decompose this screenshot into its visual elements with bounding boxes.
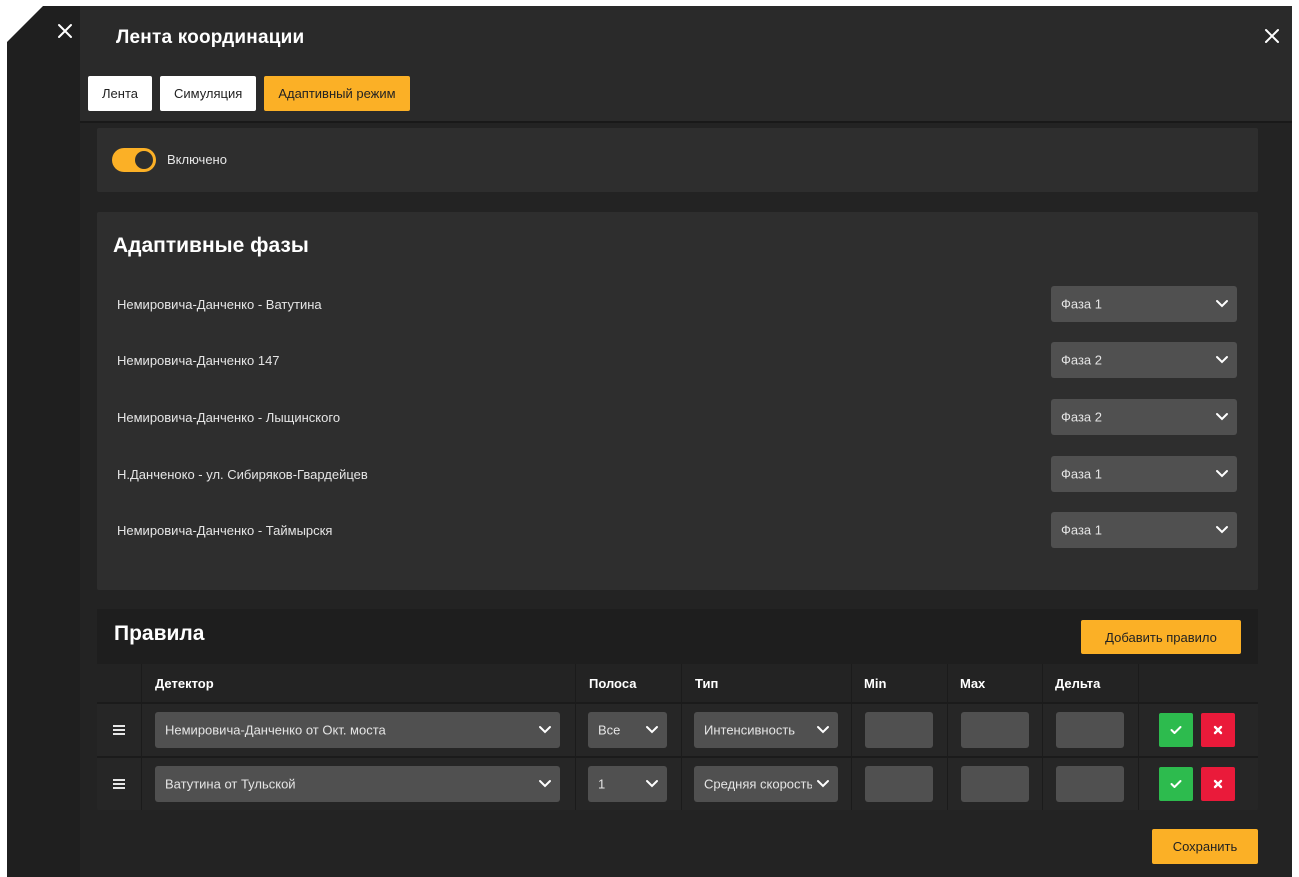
drag-handle-icon[interactable] [113,779,125,789]
phase-select-value: Фаза 1 [1061,522,1102,538]
type-select-value: Интенсивность [704,722,796,738]
chevron-down-icon [1216,300,1228,308]
chevron-down-icon [539,726,551,734]
phase-select-value: Фаза 2 [1061,352,1102,368]
column-header-type: Тип [695,676,719,691]
lane-select[interactable]: Все [588,712,667,748]
drag-handle-icon[interactable] [113,725,125,735]
adaptive-toggle-panel: Включено [97,128,1258,192]
phase-row: Немировича-Данченко - Лыщинского Фаза 2 [97,399,1258,435]
chevron-down-icon [646,780,658,788]
intersection-name: Немировича-Данченко 147 [117,353,280,368]
header: Лента координации Лента Симуляция Адапти… [80,6,1292,123]
lane-select[interactable]: 1 [588,766,667,802]
chevron-down-icon [539,780,551,788]
chevron-down-icon [817,780,829,788]
tab-bar: Лента Симуляция Адаптивный режим [88,76,410,111]
toggle-label: Включено [167,152,227,167]
type-select[interactable]: Интенсивность [694,712,838,748]
delete-rule-button[interactable] [1201,713,1235,747]
rules-title: Правила [114,622,205,645]
table-row: Ватутина от Тульской 1 Средняя скорость [97,756,1258,808]
app-window: Лента координации Лента Симуляция Адапти… [7,6,1292,877]
adaptive-toggle[interactable] [112,148,156,172]
min-input[interactable] [865,766,933,802]
detector-select[interactable]: Немировича-Данченко от Окт. моста [155,712,560,748]
chevron-down-icon [1216,470,1228,478]
check-icon [1170,780,1182,788]
toggle-knob [135,151,153,169]
intersection-name: Немировича-Данченко - Таймырскя [117,523,333,538]
close-icon [1265,29,1279,43]
lane-select-value: Все [598,722,621,738]
max-input[interactable] [961,766,1029,802]
type-select[interactable]: Средняя скорость [694,766,838,802]
detector-select[interactable]: Ватутина от Тульской [155,766,560,802]
chevron-down-icon [1216,526,1228,534]
close-icon [1213,725,1223,735]
phase-select[interactable]: Фаза 1 [1051,512,1237,548]
table-row: Немировича-Данченко от Окт. моста Все Ин… [97,702,1258,754]
phase-select-value: Фаза 2 [1061,409,1102,425]
intersection-name: Немировича-Данченко - Лыщинского [117,410,341,425]
detector-select-value: Ватутина от Тульской [165,776,296,792]
max-input[interactable] [961,712,1029,748]
side-notch [7,6,43,42]
close-icon [1213,779,1223,789]
tab-adaptive-mode[interactable]: Адаптивный режим [264,76,410,111]
phase-select-value: Фаза 1 [1061,466,1102,482]
chevron-down-icon [1216,413,1228,421]
column-header-delta: Дельта [1055,676,1101,691]
phases-title: Адаптивные фазы [113,234,309,257]
save-button[interactable]: Сохранить [1152,829,1258,864]
chevron-down-icon [646,726,658,734]
lane-select-value: 1 [598,776,606,792]
delta-input[interactable] [1056,712,1124,748]
intersection-name: Немировича-Данченко - Ватутина [117,297,322,312]
column-header-lane: Полоса [589,676,637,691]
phase-select-value: Фаза 1 [1061,296,1102,312]
delta-input[interactable] [1056,766,1124,802]
phase-select[interactable]: Фаза 2 [1051,399,1237,435]
phase-row: Немировича-Данченко - Таймырскя Фаза 1 [97,512,1258,548]
delete-rule-button[interactable] [1201,767,1235,801]
detector-select-value: Немировича-Данченко от Окт. моста [165,722,386,738]
tab-feed[interactable]: Лента [88,76,152,111]
chevron-down-icon [1216,356,1228,364]
column-header-min: Min [864,676,887,691]
close-icon [58,24,72,38]
tab-simulation[interactable]: Симуляция [159,76,257,111]
phase-select[interactable]: Фаза 1 [1051,456,1237,492]
rules-table-header: Детектор Полоса Тип Min Max Дельта [97,664,1258,702]
phase-row: Немировича-Данченко - Ватутина Фаза 1 [97,286,1258,322]
confirm-rule-button[interactable] [1159,767,1193,801]
rules-panel: Правила Добавить правило Детектор Полоса… [97,609,1258,810]
phase-row: Немировича-Данченко 147 Фаза 2 [97,342,1258,378]
side-strip [7,6,80,877]
chevron-down-icon [817,726,829,734]
side-close-button[interactable] [50,16,80,46]
rules-header: Правила Добавить правило [97,609,1258,664]
confirm-rule-button[interactable] [1159,713,1193,747]
column-header-max: Max [960,676,986,691]
window-title: Лента координации [116,27,305,48]
check-icon [1170,726,1182,734]
adaptive-phases-panel: Адаптивные фазы Немировича-Данченко - Ва… [97,212,1258,590]
phase-select[interactable]: Фаза 1 [1051,286,1237,322]
column-header-detector: Детектор [155,676,214,691]
type-select-value: Средняя скорость [704,776,812,792]
min-input[interactable] [865,712,933,748]
phase-row: Н.Данченоко - ул. Сибиряков-Гвардейцев Ф… [97,456,1258,492]
close-button[interactable] [1258,22,1286,50]
intersection-name: Н.Данченоко - ул. Сибиряков-Гвардейцев [117,467,368,482]
phase-select[interactable]: Фаза 2 [1051,342,1237,378]
add-rule-button[interactable]: Добавить правило [1081,620,1241,654]
